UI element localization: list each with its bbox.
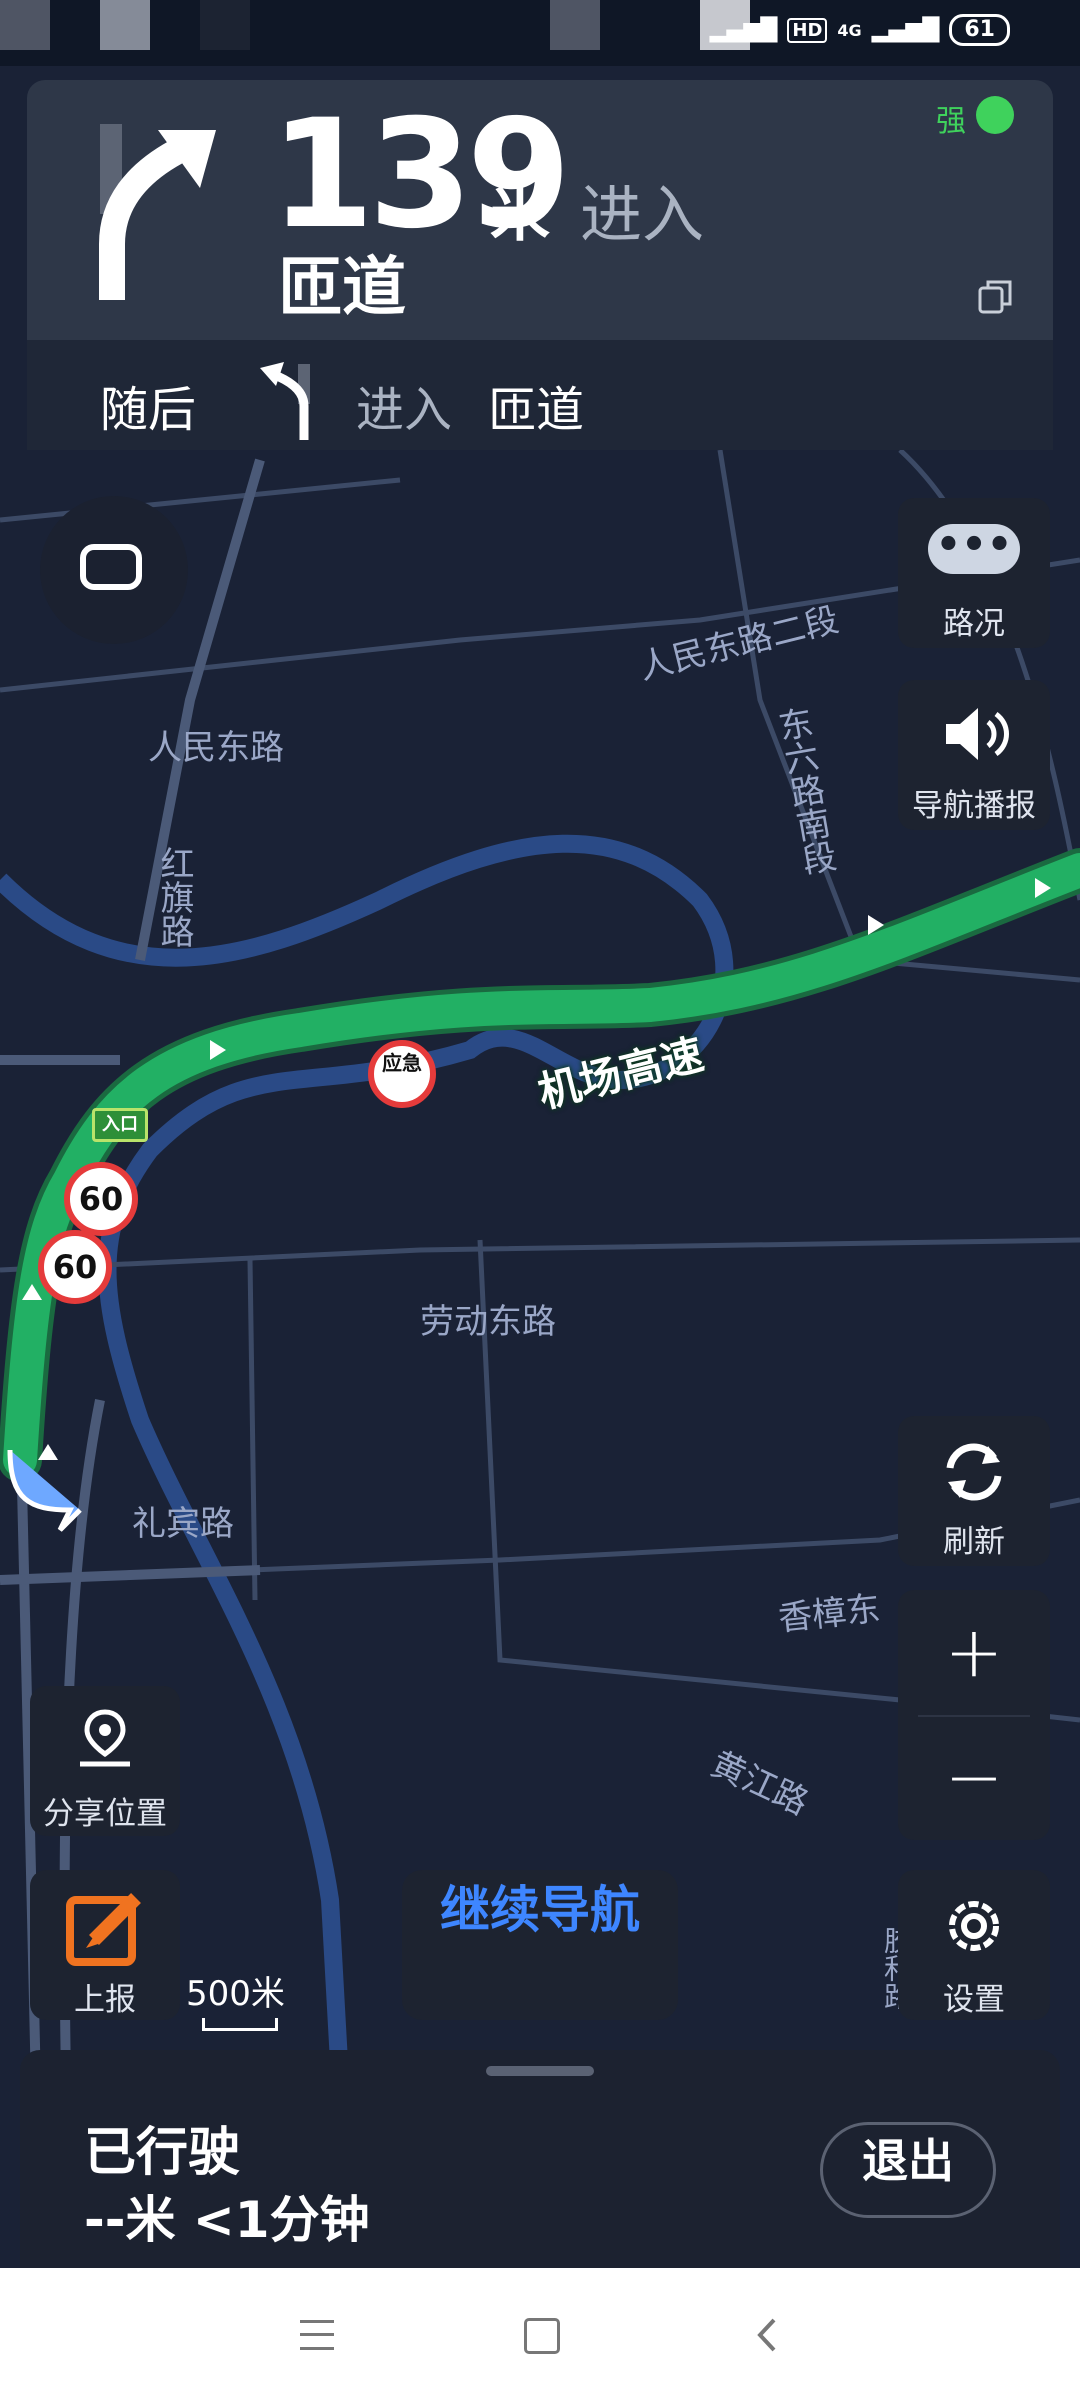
ar-view-button[interactable]: [40, 496, 188, 644]
speed-limit-sign: 60: [38, 1230, 112, 1304]
turn-left-icon: [260, 362, 310, 440]
exit-button[interactable]: 退出: [820, 2122, 996, 2218]
panel-drag-handle[interactable]: [486, 2066, 594, 2076]
system-navigation-bar: [0, 2268, 1080, 2400]
road-label: 礼宾路: [132, 1504, 234, 1544]
zoom-in-button[interactable]: +: [898, 1590, 1050, 1715]
location-pin-icon: [80, 1709, 130, 1767]
battery-indicator: 61: [949, 14, 1010, 46]
report-label: 上报: [74, 1982, 136, 2018]
road-label: 红旗路: [154, 846, 194, 948]
hd-badge: HD: [787, 17, 828, 43]
refresh-label: 刷新: [943, 1524, 1005, 1560]
more-dots-icon: •••: [928, 524, 1020, 574]
road-label: 劳动东路: [420, 1302, 556, 1342]
zoom-controls: + −: [898, 1590, 1050, 1840]
signal-bars-icon: ▂▄▆█: [709, 17, 778, 43]
back-icon[interactable]: [752, 2316, 780, 2354]
emergency-lane-sign: 应急: [368, 1040, 436, 1108]
copy-icon[interactable]: [976, 276, 1016, 316]
settings-button[interactable]: 设置: [898, 1870, 1050, 2020]
refresh-button[interactable]: 刷新: [898, 1416, 1050, 1566]
trip-summary: --米 <1分钟: [84, 2191, 370, 2249]
signal-bars-icon: ▂▄▆█: [871, 17, 940, 43]
turn-right-icon: [99, 130, 216, 300]
report-button[interactable]: 上报: [30, 1870, 180, 2020]
guidance-road: 匝道: [278, 251, 406, 325]
speed-limit-sign: 60: [64, 1162, 138, 1236]
network-label: 4G: [837, 20, 862, 40]
status-bar: ▂▄▆█ HD 4G ▂▄▆█ 61: [0, 0, 1080, 66]
next-step-action: 进入: [356, 382, 453, 438]
share-location-button[interactable]: 分享位置: [30, 1686, 180, 1836]
home-icon[interactable]: [524, 2318, 560, 2354]
continue-navigation-button[interactable]: 继续导航: [402, 1870, 678, 2020]
road-label: 人民东路: [148, 728, 284, 768]
gear-icon: [949, 1901, 999, 1951]
car-mode-icon: [80, 544, 142, 590]
next-step-prefix: 随后: [100, 382, 197, 438]
guidance-action: 进入: [580, 178, 705, 251]
menu-icon[interactable]: [300, 2320, 334, 2350]
settings-label: 设置: [943, 1982, 1005, 2018]
trip-label: 已行驶: [84, 2123, 241, 2183]
entrance-tag: 入口: [92, 1108, 148, 1142]
next-step-road: 匝道: [488, 382, 585, 438]
speaker-icon: [946, 708, 1009, 760]
refresh-icon: [946, 1443, 1002, 1501]
zoom-out-button[interactable]: −: [898, 1715, 1050, 1840]
gps-signal-icon: [976, 96, 1014, 134]
gps-signal-label: 强: [936, 104, 966, 139]
voice-broadcast-button[interactable]: 导航播报: [898, 680, 1050, 830]
traffic-button[interactable]: ••• 路况: [898, 498, 1050, 648]
voice-label: 导航播报: [912, 788, 1036, 824]
map-scale-bar: [202, 2018, 278, 2031]
report-edit-icon: [66, 1893, 141, 1966]
map-scale-label: 500米: [186, 1974, 285, 2014]
share-location-label: 分享位置: [43, 1796, 167, 1832]
distance-unit: 米: [490, 180, 550, 250]
traffic-label: 路况: [943, 606, 1005, 642]
